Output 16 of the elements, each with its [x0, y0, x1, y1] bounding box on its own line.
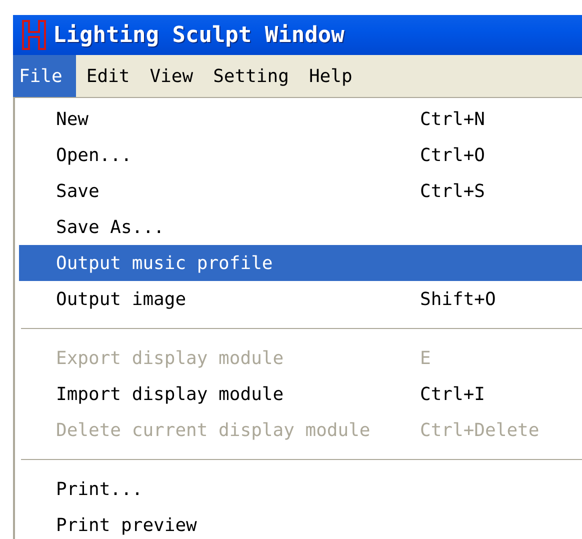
- menu-item[interactable]: Save Ctrl+S: [19, 173, 582, 209]
- window-title: Lighting Sculpt Window: [53, 22, 344, 48]
- menu-item[interactable]: Print preview: [19, 507, 582, 539]
- menu-item[interactable]: Output music profile: [19, 245, 582, 281]
- menu-item[interactable]: Import display module Ctrl+I: [19, 376, 582, 412]
- menu-title[interactable]: File: [13, 55, 76, 97]
- menu-title[interactable]: Help: [298, 55, 362, 97]
- menu-title[interactable]: View: [140, 55, 204, 97]
- letter-h-icon: [21, 19, 47, 51]
- menu-title[interactable]: Setting: [203, 55, 299, 97]
- menu-item[interactable]: Save As...: [19, 209, 582, 245]
- menu-item[interactable]: Output image Shift+O: [19, 281, 582, 317]
- menu-title[interactable]: Edit: [76, 55, 140, 97]
- menu-item[interactable]: Open... Ctrl+O: [19, 137, 582, 173]
- menu-item[interactable]: Print...: [19, 471, 582, 507]
- menu-item[interactable]: New Ctrl+N: [19, 101, 582, 137]
